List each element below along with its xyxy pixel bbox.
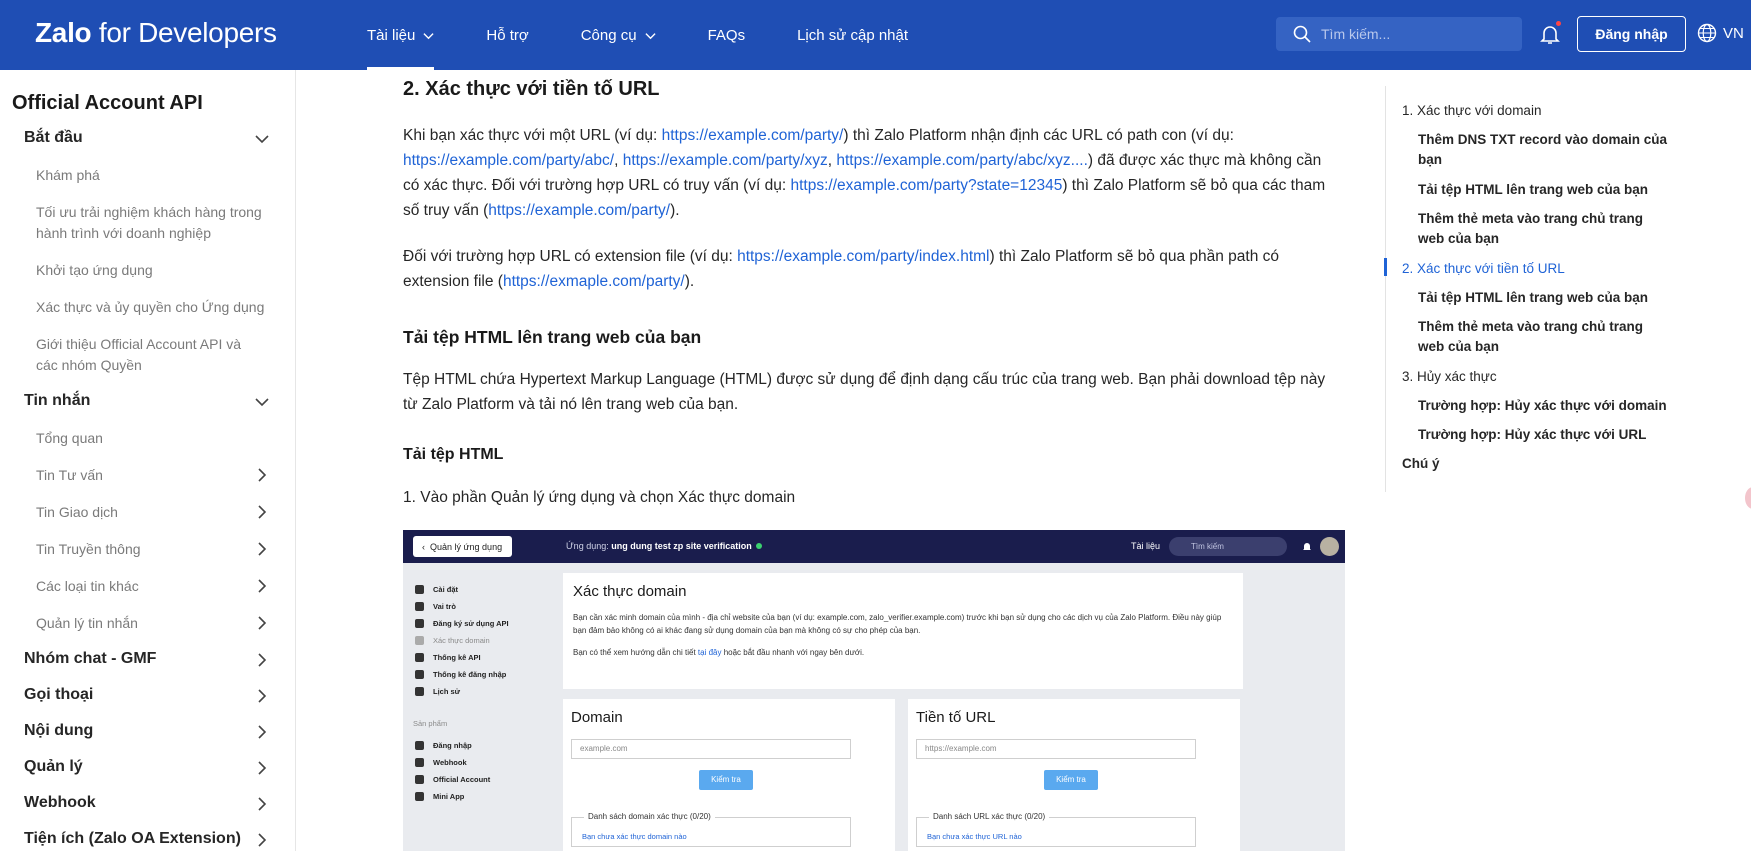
left-sidebar: Official Account API Bắt đầu Khám phá Tố… — [0, 70, 296, 851]
sidebar-item-kham-pha[interactable]: Khám phá — [36, 165, 266, 186]
step-1: 1. Vào phần Quản lý ứng dụng và chọn Xác… — [403, 489, 796, 506]
floating-widget-edge[interactable] — [1745, 487, 1751, 509]
nav-cong-cu[interactable]: Công cụ — [581, 0, 656, 70]
notification-dot — [1556, 21, 1561, 26]
sidebar-section-tin-nhan[interactable]: Tin nhắn — [24, 392, 270, 410]
screenshot-app-name: Ứng dụng: ung dung test zp site verifica… — [566, 541, 762, 551]
sidebar-section-nhom-chat-gmf[interactable]: Nhóm chat - GMF — [24, 650, 270, 668]
sidebar-title: Official Account API — [12, 92, 203, 114]
chevron-right-icon — [258, 653, 267, 667]
sidebar-section-noi-dung[interactable]: Nội dung — [24, 722, 270, 740]
sidebar-section-tien-ich[interactable]: Tiện ích (Zalo OA Extension) — [24, 830, 270, 848]
screenshot-url-card: Tiền tố URL https://example.com Kiểm tra… — [908, 699, 1240, 851]
sidebar-item-xac-thuc-uy-quyen[interactable]: Xác thực và ủy quyền cho Ứng dụng — [36, 297, 266, 318]
globe-icon — [1697, 23, 1717, 43]
toc-subitem[interactable]: Thêm thẻ meta vào trang chủ trang web củ… — [1418, 209, 1670, 249]
toc-item[interactable]: 3. Hủy xác thực — [1402, 367, 1672, 387]
sidebar-item-toi-uu-trai-nghiem[interactable]: Tối ưu trải nghiệm khách hàng trong hành… — [36, 202, 266, 244]
paragraph-html-file: Tệp HTML chứa Hypertext Markup Language … — [403, 371, 1326, 413]
sidebar-item-tin-truyen-thong[interactable]: Tin Truyền thông — [36, 539, 267, 560]
nav-tai-lieu[interactable]: Tài liệu — [367, 0, 435, 70]
chevron-down-icon — [423, 32, 434, 39]
example-link[interactable]: https://example.com/party?state=12345 — [791, 177, 1063, 194]
section-heading: 2. Xác thực với tiền tố URL — [403, 78, 660, 100]
toc-item[interactable]: Chú ý — [1402, 454, 1672, 474]
example-link[interactable]: https://example.com/party/index.html — [737, 248, 989, 265]
top-navigation-bar: Zalo for Developers Tài liệu Hỗ trợ Công… — [0, 0, 1751, 70]
sidebar-item-gioi-thieu-oa-api[interactable]: Giới thiệu Official Account API và các n… — [36, 334, 266, 376]
toc-subitem[interactable]: Thêm DNS TXT record vào domain của bạn — [1418, 130, 1670, 170]
chevron-right-icon — [258, 797, 267, 811]
nav-faqs[interactable]: FAQs — [708, 0, 746, 70]
search-input[interactable] — [1321, 26, 1511, 42]
chevron-down-icon — [255, 398, 269, 407]
screenshot-search: Tìm kiếm — [1169, 537, 1287, 556]
screenshot-docs-link: Tài liệu — [1131, 541, 1161, 551]
toc-subitem[interactable]: Thêm thẻ meta vào trang chủ trang web củ… — [1418, 317, 1670, 357]
subheading-upload-html: Tải tệp HTML lên trang web của bạn — [403, 327, 702, 347]
sidebar-section-goi-thoai[interactable]: Gọi thoại — [24, 686, 270, 704]
sidebar-section-webhook[interactable]: Webhook — [24, 794, 270, 812]
paragraph-extension-file: Đối với trường hợp URL có extension file… — [403, 248, 1280, 290]
sidebar-section-bat-dau[interactable]: Bắt đầu — [24, 129, 270, 147]
screenshot-sidebar: Cài đặt Vai trò Đăng ký sử dụng API Xác … — [403, 563, 553, 851]
screenshot-verify-card: Xác thực domain Bạn cần xác minh domain … — [563, 573, 1243, 689]
sidebar-item-quan-ly-tin-nhan[interactable]: Quản lý tin nhắn — [36, 613, 267, 634]
screenshot-topbar: ‹ Quản lý ứng dụng Ứng dụng: ung dung tes… — [403, 530, 1345, 563]
subsubheading-download-html: Tải tệp HTML — [403, 446, 504, 463]
bell-icon — [1303, 543, 1311, 550]
sidebar-section-quan-ly[interactable]: Quản lý — [24, 758, 270, 776]
toc-item[interactable]: 1. Xác thực với domain — [1402, 101, 1672, 121]
screenshot-domain-card: Domain example.com Kiểm tra Danh sách do… — [563, 699, 895, 851]
chevron-right-icon — [258, 505, 267, 519]
screenshot-domain-verification: ‹ Quản lý ứng dụng Ứng dụng: ung dung tes… — [403, 530, 1345, 851]
nav-lich-su-cap-nhat[interactable]: Lịch sử cập nhật — [797, 0, 908, 70]
sidebar-item-tin-tu-van[interactable]: Tin Tư vấn — [36, 465, 267, 486]
chevron-right-icon — [258, 468, 267, 482]
example-link[interactable]: https://example.com/party/xyz — [623, 152, 828, 169]
example-link[interactable]: https://example.com/party/ — [662, 127, 844, 144]
login-button[interactable]: Đăng nhập — [1577, 16, 1686, 52]
toc-subitem[interactable]: Tải tệp HTML lên trang web của bạn — [1418, 288, 1670, 308]
example-link[interactable]: https://example.com/party/ — [488, 202, 670, 219]
chevron-right-icon — [258, 833, 267, 847]
zalo-developers-logo[interactable]: Zalo for Developers — [35, 17, 277, 49]
sidebar-item-tin-giao-dich[interactable]: Tin Giao dịch — [36, 502, 267, 523]
main-nav: Tài liệu Hỗ trợ Công cụ FAQs Lịch sử cập… — [367, 0, 960, 70]
sidebar-item-khoi-tao-ung-dung[interactable]: Khởi tạo ứng dụng — [36, 260, 266, 281]
chevron-right-icon — [258, 725, 267, 739]
chevron-right-icon — [258, 579, 267, 593]
search-icon — [1293, 25, 1311, 43]
table-of-contents: 1. Xác thực với domain Thêm DNS TXT reco… — [1384, 86, 1685, 492]
toc-subitem[interactable]: Trường hợp: Hủy xác thực với URL — [1418, 425, 1670, 445]
example-link[interactable]: https://example.com/party/abc/xyz.... — [836, 152, 1088, 169]
toc-subitem[interactable]: Tải tệp HTML lên trang web của bạn — [1418, 180, 1670, 200]
chevron-right-icon — [258, 761, 267, 775]
screenshot-back-button: ‹ Quản lý ứng dụng — [413, 536, 512, 557]
toc-item-active[interactable]: 2. Xác thực với tiền tố URL — [1402, 259, 1672, 279]
avatar — [1320, 537, 1339, 556]
chevron-down-icon — [645, 32, 656, 39]
chevron-right-icon — [258, 542, 267, 556]
toc-active-indicator — [1384, 258, 1387, 276]
nav-ho-tro[interactable]: Hỗ trợ — [486, 0, 528, 70]
chevron-down-icon — [255, 135, 269, 144]
article-content: 2. Xác thực với tiền tố URL Khi bạn xác … — [403, 70, 1345, 851]
sidebar-item-tong-quan[interactable]: Tổng quan — [36, 428, 266, 449]
example-link[interactable]: https://exmaple.com/party/ — [503, 273, 685, 290]
search-box — [1276, 17, 1522, 51]
example-link[interactable]: https://example.com/party/abc/ — [403, 152, 614, 169]
paragraph-url-prefix: Khi bạn xác thực với một URL (ví dụ: htt… — [403, 127, 1326, 219]
language-switcher[interactable]: VN — [1697, 23, 1744, 43]
sidebar-item-cac-loai-tin-khac[interactable]: Các loại tin khác — [36, 576, 267, 597]
chevron-right-icon — [258, 689, 267, 703]
chevron-right-icon — [258, 616, 267, 630]
toc-subitem[interactable]: Trường hợp: Hủy xác thực với domain — [1418, 396, 1670, 416]
